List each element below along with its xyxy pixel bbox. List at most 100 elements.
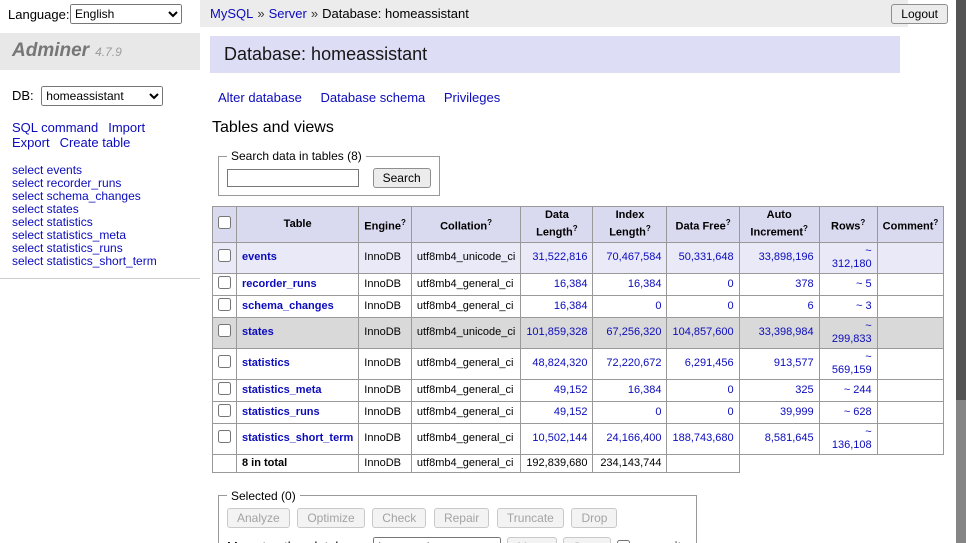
overwrite-label[interactable]: overwrite bbox=[636, 539, 689, 543]
sidebar-link-sql-command[interactable]: SQL command bbox=[12, 120, 98, 135]
analyze-button[interactable]: Analyze bbox=[227, 508, 290, 528]
table-link[interactable]: recorder_runs bbox=[242, 278, 317, 290]
auto-increment-cell: 39,999 bbox=[739, 401, 819, 423]
table-link[interactable]: schema_changes bbox=[242, 300, 334, 312]
rows-count-cell: ~ 628 bbox=[819, 401, 877, 423]
table-link[interactable]: states bbox=[242, 326, 274, 338]
col-header-rows: Rows? bbox=[819, 207, 877, 243]
page-title: Database: homeassistant bbox=[210, 36, 900, 73]
col-header-data-free: Data Free? bbox=[667, 207, 739, 243]
truncate-button[interactable]: Truncate bbox=[497, 508, 564, 528]
sidebar: Adminer4.7.9 DB: homeassistant SQL comma… bbox=[0, 27, 200, 543]
comment-cell bbox=[877, 423, 944, 454]
row-checkbox-cell bbox=[213, 379, 237, 401]
main-content: Database: homeassistant Alter database D… bbox=[200, 27, 956, 543]
vertical-scrollbar[interactable] bbox=[956, 0, 966, 543]
table-name-cell: schema_changes bbox=[237, 295, 359, 317]
table-name-cell: statistics bbox=[237, 348, 359, 379]
move-db-select[interactable]: homeassistant bbox=[373, 537, 501, 543]
data-length-cell: 16,384 bbox=[521, 295, 593, 317]
row-checkbox[interactable] bbox=[218, 404, 231, 417]
breadcrumb-mysql-link[interactable]: MySQL bbox=[210, 6, 253, 21]
engine-cell: InnoDB bbox=[359, 348, 412, 379]
table-link[interactable]: statistics_short_term bbox=[242, 432, 353, 444]
search-input[interactable] bbox=[227, 169, 359, 187]
row-checkbox-cell bbox=[213, 348, 237, 379]
auto-increment-cell: 6 bbox=[739, 295, 819, 317]
breadcrumb-current: Database: homeassistant bbox=[322, 6, 469, 21]
select-all-cell bbox=[213, 207, 237, 243]
table-link[interactable]: statistics_meta bbox=[242, 384, 322, 396]
auto-increment-cell: 913,577 bbox=[739, 348, 819, 379]
sidebar-link-create-table[interactable]: Create table bbox=[60, 135, 131, 150]
sidebar-tables-list: select events select recorder_runs selec… bbox=[0, 158, 200, 279]
data-free-cell: 0 bbox=[667, 401, 739, 423]
row-checkbox[interactable] bbox=[218, 298, 231, 311]
table-link[interactable]: statistics bbox=[242, 357, 290, 369]
search-legend: Search data in tables (8) bbox=[227, 149, 366, 163]
logout-button[interactable]: Logout bbox=[891, 4, 948, 24]
table-link[interactable]: events bbox=[242, 251, 277, 263]
total-collation-cell: utf8mb4_general_ci bbox=[411, 454, 520, 472]
language-select[interactable]: English bbox=[70, 4, 182, 24]
sidebar-link-import[interactable]: Import bbox=[108, 120, 145, 135]
row-checkbox[interactable] bbox=[218, 324, 231, 337]
data-free-cell: 104,857,600 bbox=[667, 317, 739, 348]
search-button[interactable]: Search bbox=[373, 168, 431, 188]
sidebar-item-statistics-short-term[interactable]: select statistics_short_term bbox=[12, 255, 188, 268]
engine-cell: InnoDB bbox=[359, 423, 412, 454]
sidebar-link-export[interactable]: Export bbox=[12, 135, 50, 150]
select-all-checkbox[interactable] bbox=[218, 216, 231, 229]
row-checkbox-cell bbox=[213, 242, 237, 273]
drop-button[interactable]: Drop bbox=[571, 508, 617, 528]
comment-cell bbox=[877, 273, 944, 295]
row-checkbox[interactable] bbox=[218, 430, 231, 443]
row-checkbox[interactable] bbox=[218, 249, 231, 262]
db-label: DB: bbox=[12, 88, 34, 103]
table-link[interactable]: statistics_runs bbox=[242, 406, 320, 418]
col-header-engine: Engine? bbox=[359, 207, 412, 243]
app-logo: Adminer4.7.9 bbox=[0, 33, 200, 70]
move-button[interactable]: Move bbox=[507, 537, 556, 543]
rows-count-cell: ~ 3 bbox=[819, 295, 877, 317]
row-checkbox[interactable] bbox=[218, 355, 231, 368]
table-row: statistics InnoDB utf8mb4_general_ci 48,… bbox=[213, 348, 944, 379]
total-engine-cell: InnoDB bbox=[359, 454, 412, 472]
rows-count-cell: ~ 244 bbox=[819, 379, 877, 401]
data-free-cell: 0 bbox=[667, 273, 739, 295]
repair-button[interactable]: Repair bbox=[434, 508, 489, 528]
db-select[interactable]: homeassistant bbox=[41, 86, 163, 106]
breadcrumb-server-link[interactable]: Server bbox=[269, 6, 307, 21]
tables-table: Table Engine? Collation? Data Length? In… bbox=[212, 206, 944, 473]
auto-increment-cell: 378 bbox=[739, 273, 819, 295]
row-checkbox[interactable] bbox=[218, 276, 231, 289]
alter-database-link[interactable]: Alter database bbox=[218, 90, 302, 105]
move-row: Move to other database: homeassistant Mo… bbox=[227, 537, 688, 543]
comment-cell bbox=[877, 242, 944, 273]
scrollbar-thumb[interactable] bbox=[956, 0, 966, 400]
database-schema-link[interactable]: Database schema bbox=[320, 90, 425, 105]
total-data-length-cell: 192,839,680 bbox=[521, 454, 593, 472]
db-selector-row: DB: homeassistant bbox=[0, 70, 200, 110]
check-button[interactable]: Check bbox=[372, 508, 426, 528]
copy-button[interactable]: Copy bbox=[563, 537, 611, 543]
total-data-free-cell bbox=[667, 454, 739, 472]
move-label: Move to other database: bbox=[227, 539, 367, 543]
table-row: recorder_runs InnoDB utf8mb4_general_ci … bbox=[213, 273, 944, 295]
data-free-cell: 50,331,648 bbox=[667, 242, 739, 273]
row-checkbox[interactable] bbox=[218, 382, 231, 395]
engine-cell: InnoDB bbox=[359, 273, 412, 295]
table-row: events InnoDB utf8mb4_unicode_ci 31,522,… bbox=[213, 242, 944, 273]
engine-cell: InnoDB bbox=[359, 379, 412, 401]
help-icon: ? bbox=[573, 224, 578, 233]
table-name-cell: states bbox=[237, 317, 359, 348]
privileges-link[interactable]: Privileges bbox=[444, 90, 500, 105]
collation-cell: utf8mb4_general_ci bbox=[411, 423, 520, 454]
optimize-button[interactable]: Optimize bbox=[297, 508, 364, 528]
help-icon: ? bbox=[401, 218, 406, 227]
table-row: states InnoDB utf8mb4_unicode_ci 101,859… bbox=[213, 317, 944, 348]
table-name-cell: statistics_meta bbox=[237, 379, 359, 401]
engine-cell: InnoDB bbox=[359, 242, 412, 273]
collation-cell: utf8mb4_unicode_ci bbox=[411, 242, 520, 273]
table-name-cell: recorder_runs bbox=[237, 273, 359, 295]
